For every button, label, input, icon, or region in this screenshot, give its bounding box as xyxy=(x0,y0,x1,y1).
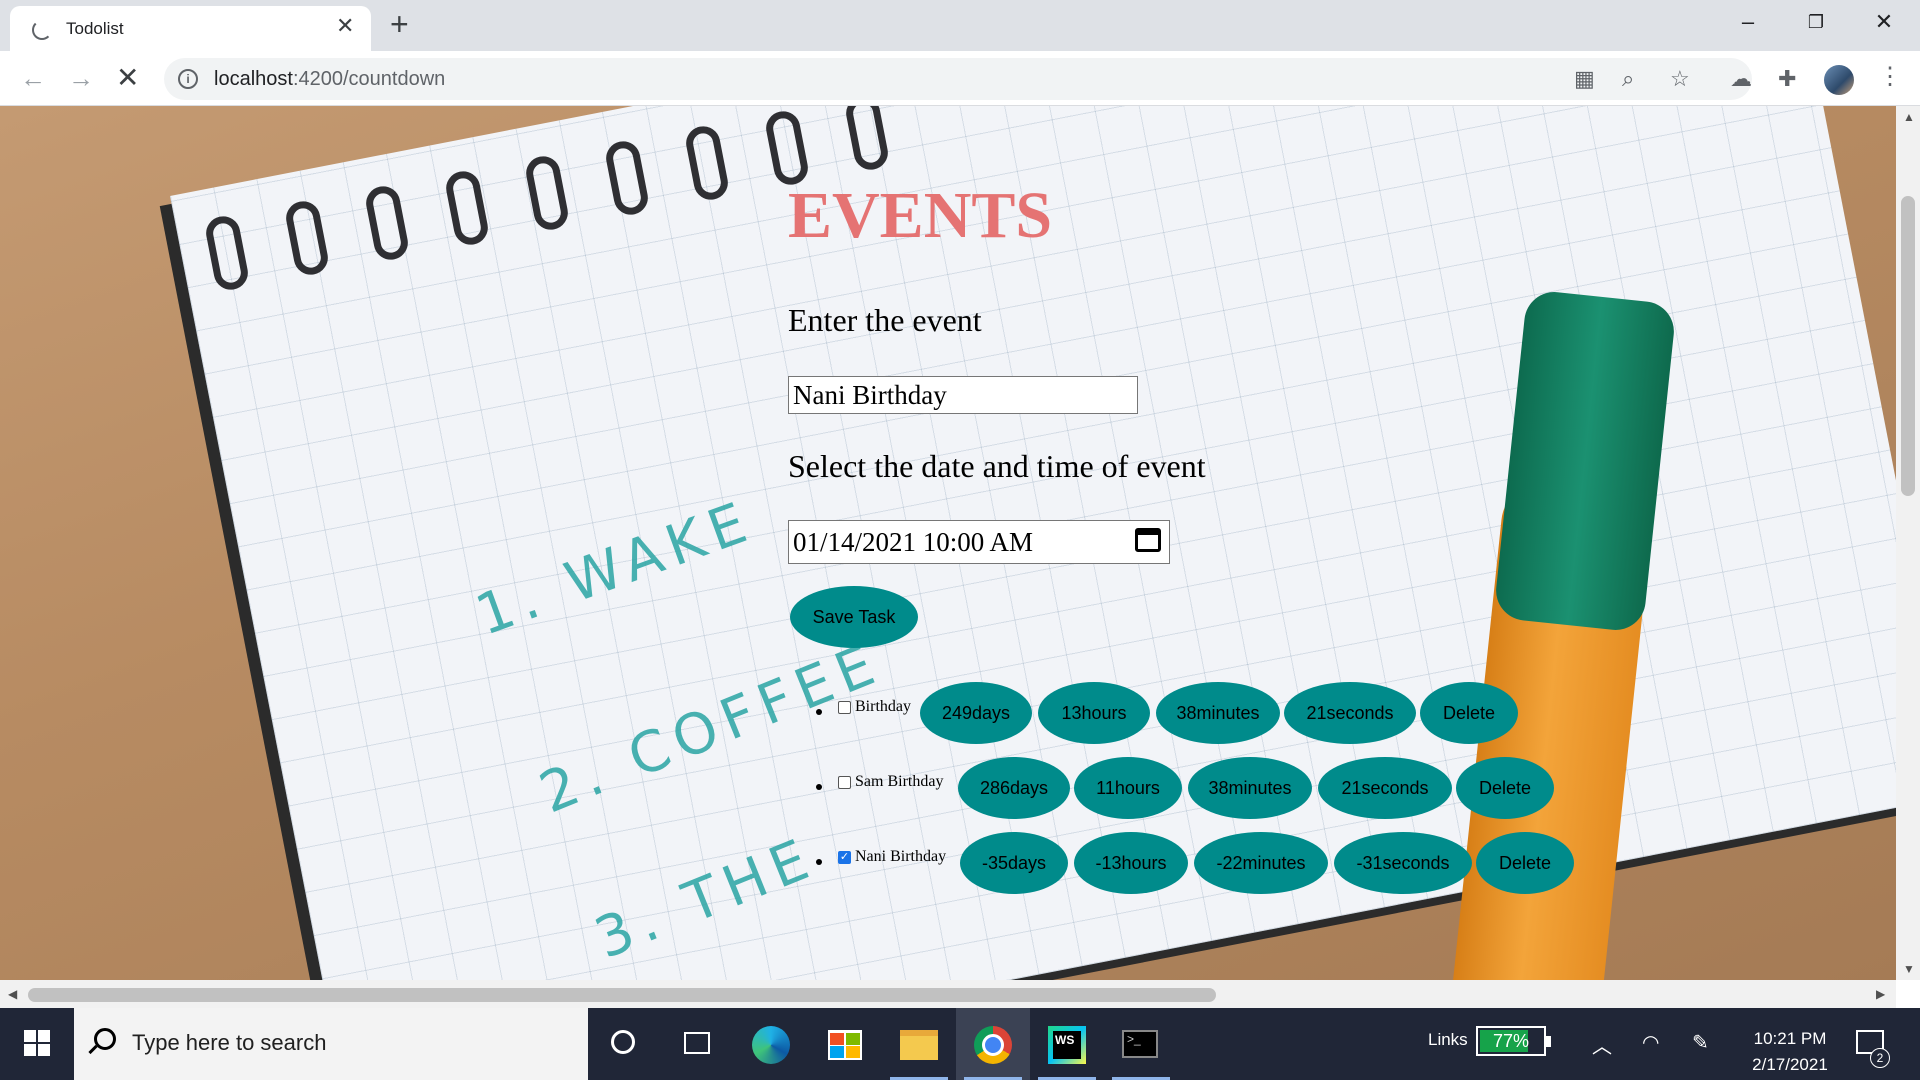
taskbar-search-box[interactable]: Type here to search xyxy=(74,1008,588,1080)
bookmark-star-icon[interactable]: ☆ xyxy=(1670,67,1690,91)
battery-percent: 77% xyxy=(1492,1031,1530,1051)
cortana-button[interactable] xyxy=(586,1008,660,1080)
back-icon[interactable]: ← xyxy=(20,61,46,95)
windows-taskbar: Type here to search WS >_ Links 77% ︿ ◠ … xyxy=(0,1008,1920,1080)
edge-icon xyxy=(752,1026,790,1064)
task-view-icon xyxy=(684,1032,710,1054)
terminal-app-button[interactable]: >_ xyxy=(1104,1008,1178,1080)
search-icon xyxy=(94,1028,116,1050)
browser-menu-icon[interactable]: ⋮ xyxy=(1878,62,1902,92)
browser-toolbar: ← → ✕ i localhost:4200/countdown ▦ ⌕ ☆ ☁… xyxy=(0,51,1920,106)
cortana-icon xyxy=(611,1030,635,1054)
store-icon xyxy=(828,1030,862,1060)
site-info-icon[interactable]: i xyxy=(178,69,198,89)
webstorm-icon: WS xyxy=(1048,1026,1086,1064)
chrome-icon xyxy=(974,1026,1012,1064)
file-explorer-button[interactable] xyxy=(882,1008,956,1080)
wifi-icon[interactable]: ◠ xyxy=(1642,1030,1659,1055)
address-bar[interactable]: i localhost:4200/countdown ▦ ⌕ ☆ xyxy=(164,58,1752,100)
task-view-button[interactable] xyxy=(660,1008,734,1080)
days-remaining[interactable]: 249days xyxy=(920,682,1032,744)
hours-remaining[interactable]: -13hours xyxy=(1074,832,1188,894)
forward-icon[interactable]: → xyxy=(68,61,94,95)
clock-time: 10:21 PM xyxy=(1753,1029,1827,1048)
horizontal-scroll-thumb[interactable] xyxy=(28,988,1216,1002)
days-remaining[interactable]: -35days xyxy=(960,832,1068,894)
scroll-right-icon[interactable]: ▶ xyxy=(1876,987,1885,1001)
event-done-checkbox[interactable]: ✓ xyxy=(838,851,851,864)
extension-cloud-icon[interactable]: ☁ xyxy=(1730,67,1752,91)
page-title: EVENTS xyxy=(788,179,1053,252)
clock-date: 2/17/2021 xyxy=(1752,1055,1828,1074)
windows-start-icon[interactable] xyxy=(24,1030,50,1056)
links-toolbar-label[interactable]: Links xyxy=(1428,1030,1468,1050)
save-task-button[interactable]: Save Task xyxy=(790,586,918,648)
datetime-value: 01/14/2021 10:00 AM xyxy=(793,527,1034,557)
taskbar-search-placeholder: Type here to search xyxy=(132,1030,327,1055)
tab-close-icon[interactable]: ✕ xyxy=(336,15,354,37)
days-remaining[interactable]: 286days xyxy=(958,757,1070,819)
chrome-app-button[interactable] xyxy=(956,1008,1030,1080)
tab-title: Todolist xyxy=(66,19,124,38)
seconds-remaining[interactable]: 21seconds xyxy=(1318,757,1452,819)
list-bullet xyxy=(816,709,822,715)
notification-count-badge: 2 xyxy=(1870,1048,1890,1068)
horizontal-scrollbar[interactable]: ◀ ▶ xyxy=(0,980,1896,1008)
event-datetime-label: Select the date and time of event xyxy=(788,448,1206,484)
battery-indicator[interactable]: 77% xyxy=(1476,1026,1551,1056)
vertical-scroll-thumb[interactable] xyxy=(1901,196,1915,496)
delete-event-button[interactable]: Delete xyxy=(1420,682,1518,744)
zoom-icon[interactable]: ⌕ xyxy=(1622,67,1634,91)
profile-avatar[interactable] xyxy=(1824,65,1854,95)
event-done-checkbox[interactable] xyxy=(838,776,851,789)
edge-app-button[interactable] xyxy=(734,1008,808,1080)
webstorm-app-button[interactable]: WS xyxy=(1030,1008,1104,1080)
pen-workspace-icon[interactable]: ✎ xyxy=(1692,1030,1709,1055)
extensions-puzzle-icon[interactable]: ✚ xyxy=(1778,67,1796,91)
window-close-icon[interactable]: ✕ xyxy=(1854,4,1914,40)
event-name: Birthday xyxy=(855,698,911,715)
hours-remaining[interactable]: 13hours xyxy=(1038,682,1150,744)
folder-icon xyxy=(900,1030,938,1060)
restore-icon[interactable]: ❐ xyxy=(1786,4,1846,40)
list-bullet xyxy=(816,784,822,790)
url-path: :4200/countdown xyxy=(292,68,446,90)
hours-remaining[interactable]: 11hours xyxy=(1074,757,1182,819)
seconds-remaining[interactable]: -31seconds xyxy=(1334,832,1472,894)
store-app-button[interactable] xyxy=(808,1008,882,1080)
event-name-input[interactable]: Nani Birthday xyxy=(788,376,1138,414)
tab-todolist[interactable]: Todolist ✕ xyxy=(10,6,371,51)
seconds-remaining[interactable]: 21seconds xyxy=(1284,682,1416,744)
minutes-remaining[interactable]: 38minutes xyxy=(1188,757,1312,819)
taskbar-clock[interactable]: 10:21 PM 2/17/2021 xyxy=(1740,1026,1840,1078)
scroll-left-icon[interactable]: ◀ xyxy=(8,987,17,1001)
page-viewport: 1. WAKE 2. COFFEE 3. THE EVENTS Enter th… xyxy=(0,106,1896,980)
delete-event-button[interactable]: Delete xyxy=(1476,832,1574,894)
stop-loading-icon[interactable]: ✕ xyxy=(116,61,139,95)
loading-spinner-icon xyxy=(32,20,52,40)
list-bullet xyxy=(816,859,822,865)
url-text[interactable]: localhost:4200/countdown xyxy=(214,68,445,91)
tab-strip: Todolist ✕ + – ❐ ✕ xyxy=(0,0,1920,51)
show-hidden-icons-icon[interactable]: ︿ xyxy=(1592,1030,1612,1059)
minutes-remaining[interactable]: -22minutes xyxy=(1194,832,1328,894)
app-grid-icon[interactable]: ▦ xyxy=(1574,67,1595,91)
event-done-checkbox[interactable] xyxy=(838,701,851,714)
vertical-scrollbar[interactable]: ▲ ▼ xyxy=(1896,106,1920,980)
minutes-remaining[interactable]: 38minutes xyxy=(1156,682,1280,744)
url-host: localhost xyxy=(214,68,293,90)
delete-event-button[interactable]: Delete xyxy=(1456,757,1554,819)
scroll-down-icon[interactable]: ▼ xyxy=(1903,962,1915,976)
minimize-icon[interactable]: – xyxy=(1718,4,1778,40)
event-name: Sam Birthday xyxy=(855,773,944,790)
scroll-up-icon[interactable]: ▲ xyxy=(1903,110,1915,124)
event-datetime-input[interactable]: 01/14/2021 10:00 AM xyxy=(788,520,1170,564)
event-name-label: Enter the event xyxy=(788,302,982,338)
calendar-icon[interactable] xyxy=(1135,528,1161,552)
terminal-icon: >_ xyxy=(1122,1030,1158,1058)
new-tab-icon[interactable]: + xyxy=(390,8,409,40)
event-name: Nani Birthday xyxy=(855,848,947,865)
